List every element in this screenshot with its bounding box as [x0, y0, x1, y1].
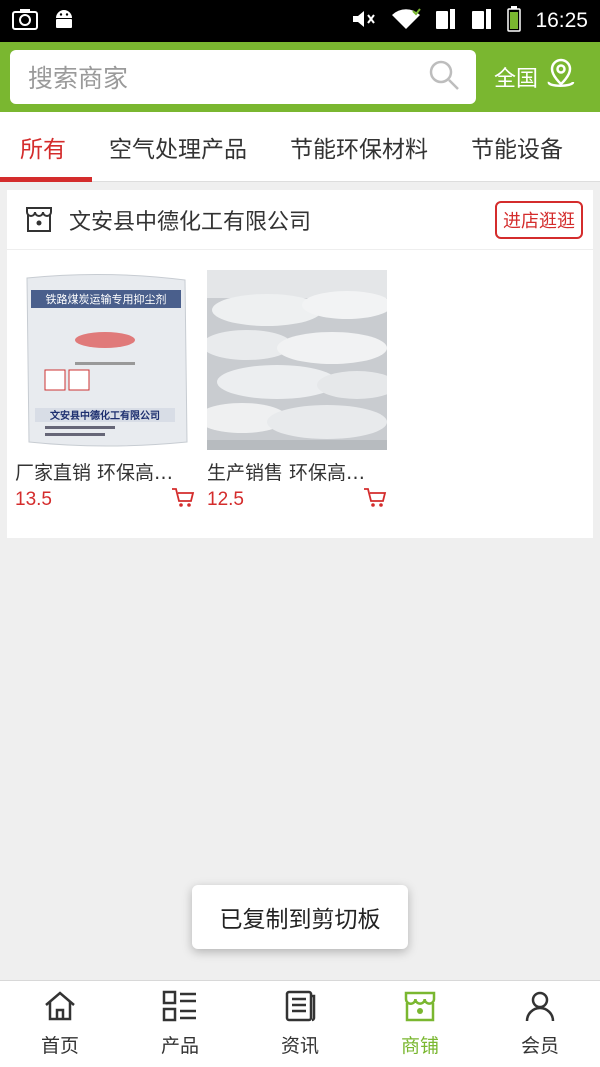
- shop-header[interactable]: 文安县中德化工有限公司 进店逛逛: [7, 190, 593, 250]
- nav-shops[interactable]: 商铺: [360, 981, 480, 1067]
- active-tab-indicator: [0, 177, 92, 182]
- search-icon: [428, 59, 460, 95]
- nav-label: 产品: [160, 1035, 199, 1057]
- search-placeholder: 搜索商家: [28, 64, 129, 93]
- screenshot-icon: [12, 8, 38, 34]
- product-title: 生产销售 环保高…: [207, 462, 366, 484]
- visit-shop-button[interactable]: 进店逛逛: [495, 200, 583, 239]
- nav-label: 会员: [520, 1035, 559, 1057]
- member-icon: [524, 990, 556, 1027]
- tab-energy-equipment[interactable]: 节能设备: [471, 112, 563, 181]
- category-tabs: 所有 空气处理产品 节能环保材料 节能设备: [0, 112, 600, 182]
- sim2-icon: [471, 7, 493, 35]
- product-list-icon: [162, 990, 198, 1027]
- bag-text-bottom: 文安县中德化工有限公司: [50, 409, 160, 422]
- product-price: 13.5: [15, 489, 52, 510]
- nav-news[interactable]: 资讯: [240, 981, 360, 1067]
- status-bar: 16:25: [0, 0, 600, 42]
- tab-air-treatment[interactable]: 空气处理产品: [109, 112, 247, 181]
- android-icon: [52, 7, 76, 35]
- product-card[interactable]: 生产销售 环保高… 12.5: [197, 270, 397, 513]
- home-icon: [43, 990, 77, 1027]
- nav-label: 资讯: [280, 1035, 319, 1057]
- battery-icon: [507, 6, 522, 36]
- product-price: 12.5: [207, 489, 244, 510]
- shop-name: 文安县中德化工有限公司: [69, 209, 312, 235]
- product-image: [197, 270, 397, 450]
- product-card[interactable]: 铁路煤炭运输专用抑尘剂 文安县中德化工有限公司 厂家直销 环保高… 13.5: [15, 270, 195, 513]
- clock: 16:25: [535, 9, 588, 32]
- nav-member[interactable]: 会员: [480, 981, 600, 1067]
- shop-icon: [403, 990, 437, 1027]
- cart-icon[interactable]: [363, 487, 387, 513]
- app-header: 搜索商家 全国: [0, 42, 600, 112]
- tab-label: 节能设备: [471, 136, 563, 163]
- tab-all[interactable]: 所有: [20, 112, 66, 181]
- tab-label: 空气处理产品: [109, 136, 247, 163]
- bag-text-top: 铁路煤炭运输专用抑尘剂: [46, 292, 167, 306]
- news-icon: [284, 990, 316, 1027]
- product-image: 铁路煤炭运输专用抑尘剂 文安县中德化工有限公司: [15, 270, 195, 450]
- mute-icon: [351, 8, 377, 34]
- bottom-nav: 首页 产品 资讯 商铺 会员: [0, 980, 600, 1067]
- nav-products[interactable]: 产品: [120, 981, 240, 1067]
- cart-icon[interactable]: [171, 487, 195, 513]
- shop-card: 文安县中德化工有限公司 进店逛逛 铁路煤炭运输专用抑尘剂 文安县中德化工有限公司: [7, 190, 593, 538]
- nav-label: 商铺: [400, 1035, 439, 1057]
- wifi-icon: [391, 8, 422, 34]
- tab-label: 所有: [20, 136, 66, 163]
- toast-message: 已复制到剪切板: [192, 885, 408, 949]
- tab-energy-materials[interactable]: 节能环保材料: [290, 112, 428, 181]
- product-title: 厂家直销 环保高…: [15, 462, 174, 484]
- store-icon: [23, 202, 55, 238]
- nav-home[interactable]: 首页: [0, 981, 120, 1067]
- tab-label: 节能环保材料: [290, 136, 428, 163]
- nav-label: 首页: [40, 1035, 79, 1057]
- sim1-icon: [435, 7, 457, 35]
- region-label: 全国: [494, 67, 539, 92]
- region-selector[interactable]: 全国: [494, 58, 576, 96]
- search-input[interactable]: 搜索商家: [10, 50, 476, 104]
- location-pin-icon: [546, 58, 576, 96]
